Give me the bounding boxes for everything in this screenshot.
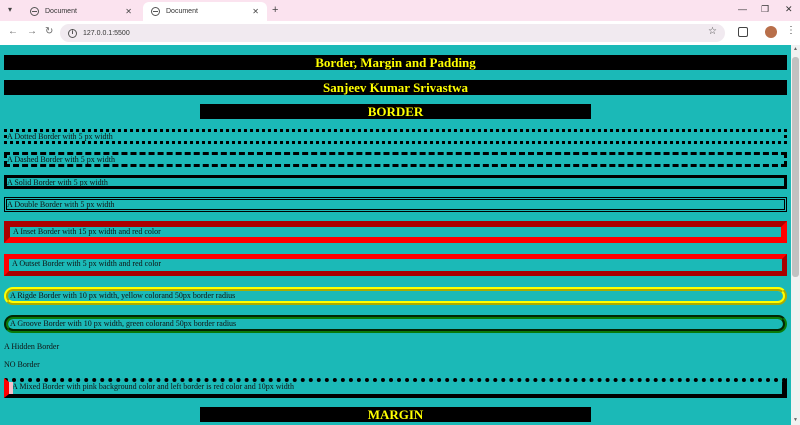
inset-border-box: A Inset Border with 15 px width and red … xyxy=(4,221,787,243)
address-bar[interactable]: i 127.0.0.1:5500 ☆ xyxy=(60,24,725,42)
section-heading-border: BORDER xyxy=(200,104,591,119)
window-close-icon[interactable]: ✕ xyxy=(785,4,793,15)
page-content: Border, Margin and Padding Sanjeev Kumar… xyxy=(0,45,791,425)
solid-border-box: A Solid Border with 5 px width xyxy=(4,175,787,189)
tab-strip: ▾ Document ✕ Document ✕ + — ❐ ✕ xyxy=(0,0,800,21)
avatar[interactable] xyxy=(765,26,777,38)
double-border-box: A Double Border with 5 px width xyxy=(4,197,787,212)
close-icon[interactable]: ✕ xyxy=(125,7,132,16)
scrollbar-thumb[interactable] xyxy=(792,57,799,277)
dotted-border-box: A Dotted Border with 5 px width xyxy=(4,129,787,144)
restore-icon[interactable]: ❐ xyxy=(761,4,769,15)
mixed-border-box: A Mixed Border with pink background colo… xyxy=(4,378,787,398)
tab-label: Document xyxy=(45,8,77,15)
author-heading: Sanjeev Kumar Srivastwa xyxy=(4,80,787,95)
extensions-icon[interactable] xyxy=(738,27,748,37)
pink-background-strip xyxy=(9,382,13,394)
tab-document-1[interactable]: Document ✕ xyxy=(22,2,140,21)
scroll-down-icon[interactable]: ▼ xyxy=(793,418,798,423)
close-icon[interactable]: ✕ xyxy=(252,7,259,16)
tab-search-icon[interactable]: ▾ xyxy=(5,5,15,15)
scroll-up-icon[interactable]: ▲ xyxy=(793,47,798,52)
hidden-border-text: A Hidden Border xyxy=(4,342,60,351)
address-text: 127.0.0.1:5500 xyxy=(83,29,130,37)
tab-document-2[interactable]: Document ✕ xyxy=(143,2,267,21)
mixed-border-text: A Mixed Border with pink background colo… xyxy=(12,382,294,391)
section-heading-margin: MARGIN xyxy=(200,407,591,422)
page-title: Border, Margin and Padding xyxy=(4,55,787,70)
vertical-scrollbar[interactable]: ▲ ▼ xyxy=(791,45,800,425)
reload-icon[interactable]: ↻ xyxy=(45,26,53,37)
back-icon[interactable]: ← xyxy=(8,26,18,37)
more-menu-icon[interactable]: ⋮ xyxy=(786,25,796,36)
ridge-border-box: A Rigde Border with 10 px width, yellow … xyxy=(4,287,787,305)
groove-border-box: A Groove Border with 10 px width, green … xyxy=(4,315,787,333)
forward-icon[interactable]: → xyxy=(27,26,37,37)
bookmark-star-icon[interactable]: ☆ xyxy=(708,26,717,37)
globe-icon xyxy=(151,7,160,16)
globe-icon xyxy=(30,7,39,16)
site-info-icon[interactable]: i xyxy=(68,28,77,38)
browser-chrome: ▾ Document ✕ Document ✕ + — ❐ ✕ ← → ↻ i … xyxy=(0,0,800,45)
new-tab-icon[interactable]: + xyxy=(272,4,278,16)
minimize-icon[interactable]: — xyxy=(738,4,747,14)
no-border-text: NO Border xyxy=(4,360,40,369)
tab-label: Document xyxy=(166,8,198,15)
outset-border-box: A Outset Border with 5 px width and red … xyxy=(4,254,787,276)
dashed-border-box: A Dashed Border with 5 px width xyxy=(4,152,787,167)
toolbar: ← → ↻ i 127.0.0.1:5500 ☆ ⋮ xyxy=(0,21,800,45)
